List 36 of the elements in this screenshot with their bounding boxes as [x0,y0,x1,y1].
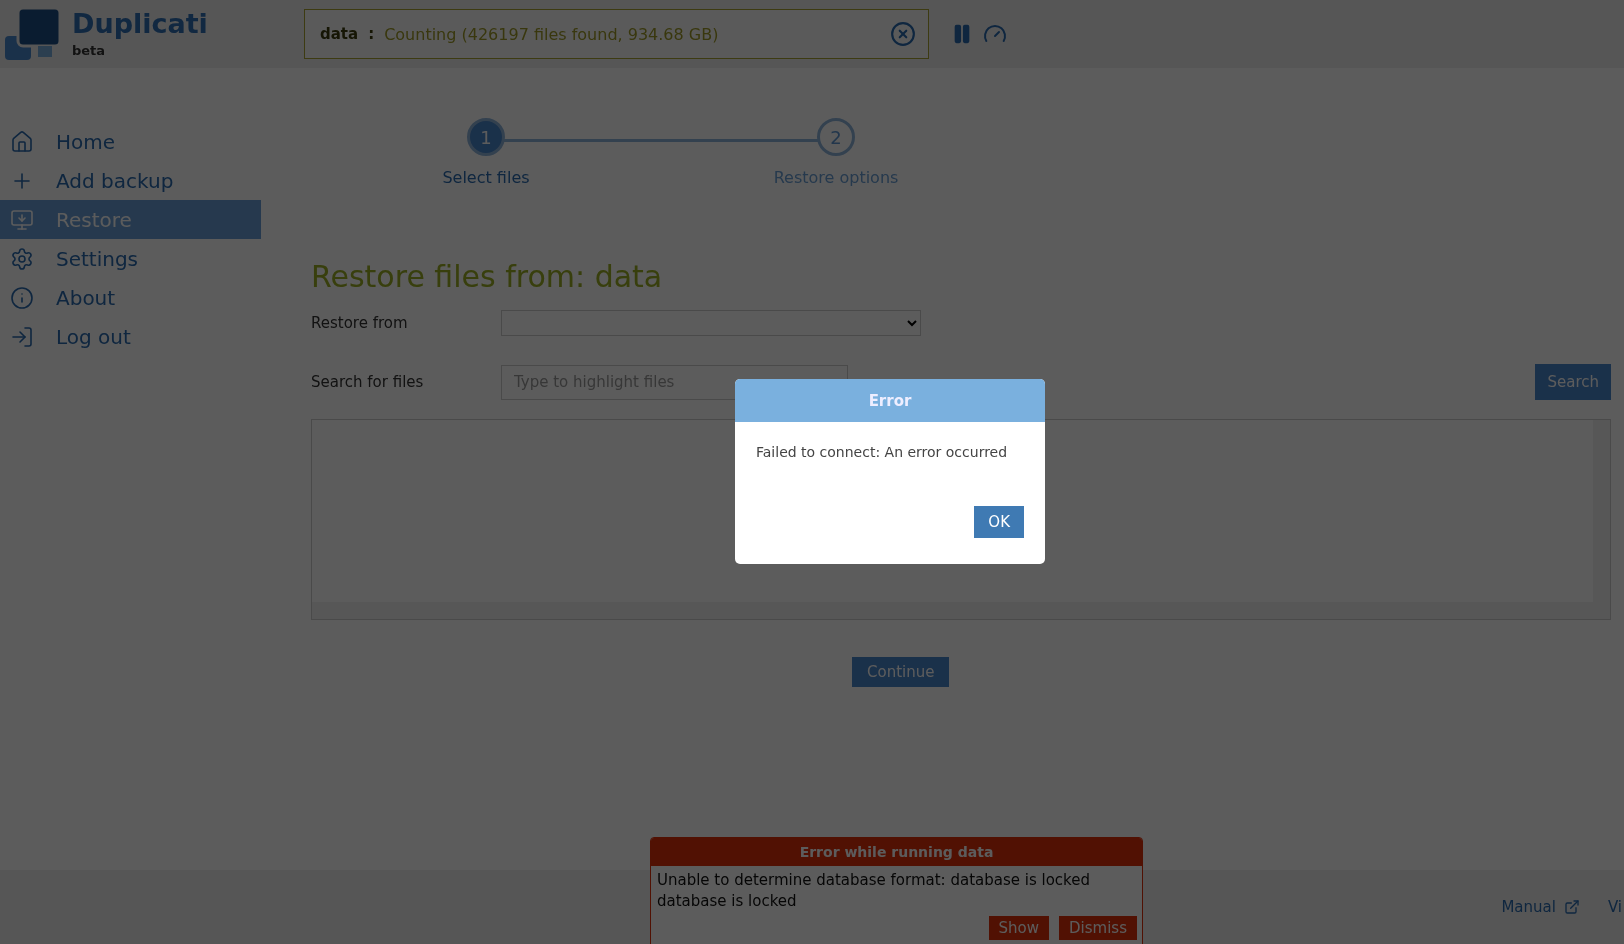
page-title: Restore files from: data [311,259,664,294]
toast-button[interactable]: Dismiss [1059,916,1137,940]
log-in-icon [10,324,34,349]
sidebar-item[interactable]: Settings [0,239,261,278]
info-icon [10,285,34,310]
restore-from-label: Restore from [311,314,409,332]
settings-icon [10,246,34,271]
step-label: Select files [442,168,530,187]
footer-link[interactable]: Manual [1501,898,1580,916]
continue-button[interactable]: Continue [852,657,950,687]
dialog-message: Failed to connect: An error occurred [755,443,1009,460]
status-message: Counting (426197 files found, 934.68 GB) [384,24,720,44]
monitor-download-icon [10,207,34,232]
close-icon[interactable] [890,21,916,47]
restore-from-select[interactable] [501,310,921,336]
sidebar-item[interactable]: Add backup [0,161,261,200]
home-icon [10,129,34,154]
app-name: Duplicati [72,10,208,37]
status-backup-name: data [320,25,359,43]
status-separator: : [368,25,375,43]
ok-button[interactable]: OK [974,506,1024,538]
footer-link[interactable]: Vi [1607,898,1622,916]
step-circle: 1 [467,118,505,156]
sidebar-item[interactable]: Log out [0,317,261,356]
toast-button[interactable]: Show [988,916,1050,940]
dialog-title: Error [735,379,1045,422]
search-label: Search for files [311,373,425,391]
sidebar-item[interactable]: Home [0,122,261,161]
step-circle: 2 [817,118,855,156]
sidebar-item[interactable]: About [0,278,261,317]
search-button[interactable]: Search [1535,364,1611,400]
toast-title: Error while running data [651,838,1142,866]
logo-icon [4,6,62,62]
app-tag: beta [72,43,208,58]
external-link-icon [1563,899,1580,915]
toast-message: Unable to determine database format: database is locked database is locked [656,870,1091,912]
